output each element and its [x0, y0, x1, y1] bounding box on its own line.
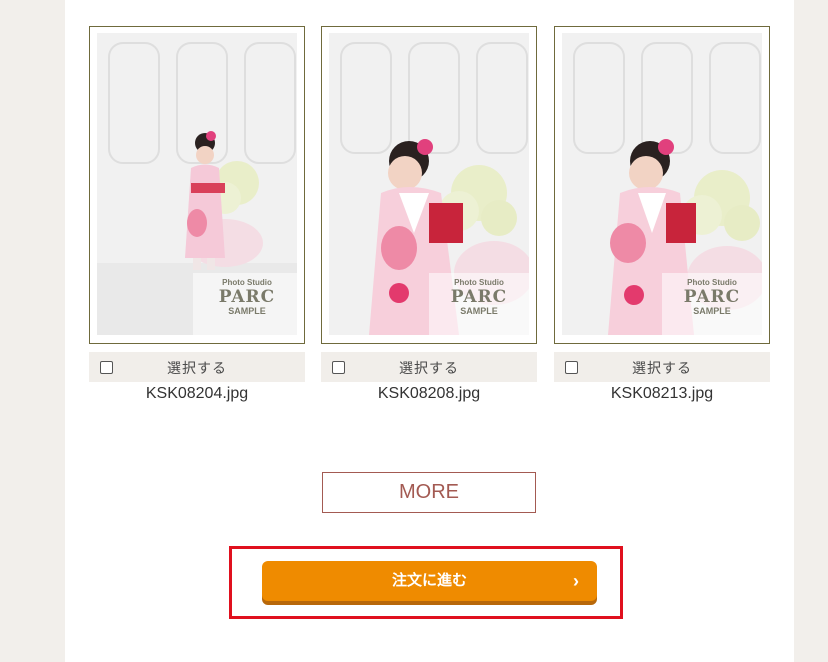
- photo-filename: KSK08208.jpg: [377, 385, 481, 402]
- proceed-to-order-button[interactable]: 注文に進む ›: [262, 561, 597, 601]
- watermark-sample: SAMPLE: [228, 306, 266, 316]
- watermark-photo-studio: Photo Studio: [687, 278, 737, 287]
- watermark-brand: PARC: [683, 287, 741, 307]
- watermark-brand: PARC: [450, 287, 508, 307]
- photo-frame[interactable]: Photo Studio PARC SAMPLE: [89, 26, 305, 344]
- watermark-photo-studio: Photo Studio: [222, 278, 272, 287]
- select-bar[interactable]: 選択する: [321, 352, 537, 382]
- photo-thumbnail[interactable]: Photo Studio PARC SAMPLE: [97, 33, 297, 335]
- photo-card: Photo Studio PARC SAMPLE 選択する KSK08208.j…: [321, 26, 537, 403]
- photo-frame[interactable]: Photo Studio PARC SAMPLE: [554, 26, 770, 344]
- photo-card: Photo Studio PARC SAMPLE 選択する KSK08204.j…: [89, 26, 305, 403]
- select-label: 選択する: [632, 361, 692, 377]
- watermark-photo-studio: Photo Studio: [454, 278, 504, 287]
- photo-card: Photo Studio PARC SAMPLE 選択する KSK08213.j…: [554, 26, 770, 403]
- watermark-brand: PARC: [218, 287, 276, 307]
- photo-filename: KSK08213.jpg: [610, 385, 714, 402]
- photo-thumbnail[interactable]: Photo Studio PARC SAMPLE: [329, 33, 529, 335]
- watermark-logo: Photo Studio PARC SAMPLE: [662, 278, 762, 316]
- select-bar[interactable]: 選択する: [554, 352, 770, 382]
- watermark-logo: Photo Studio PARC SAMPLE: [197, 278, 297, 316]
- watermark-sample: SAMPLE: [693, 306, 731, 316]
- photo-frame[interactable]: Photo Studio PARC SAMPLE: [321, 26, 537, 344]
- select-bar[interactable]: 選択する: [89, 352, 305, 382]
- select-label: 選択する: [167, 361, 227, 377]
- more-button[interactable]: MORE: [322, 472, 536, 513]
- select-label: 選択する: [399, 361, 459, 377]
- watermark-sample: SAMPLE: [460, 306, 498, 316]
- chevron-right-icon: ›: [573, 571, 579, 591]
- order-button-label: 注文に進む: [391, 572, 467, 589]
- photo-thumbnail[interactable]: Photo Studio PARC SAMPLE: [562, 33, 762, 335]
- watermark-logo: Photo Studio PARC SAMPLE: [429, 278, 529, 316]
- photo-filename: KSK08204.jpg: [145, 385, 249, 402]
